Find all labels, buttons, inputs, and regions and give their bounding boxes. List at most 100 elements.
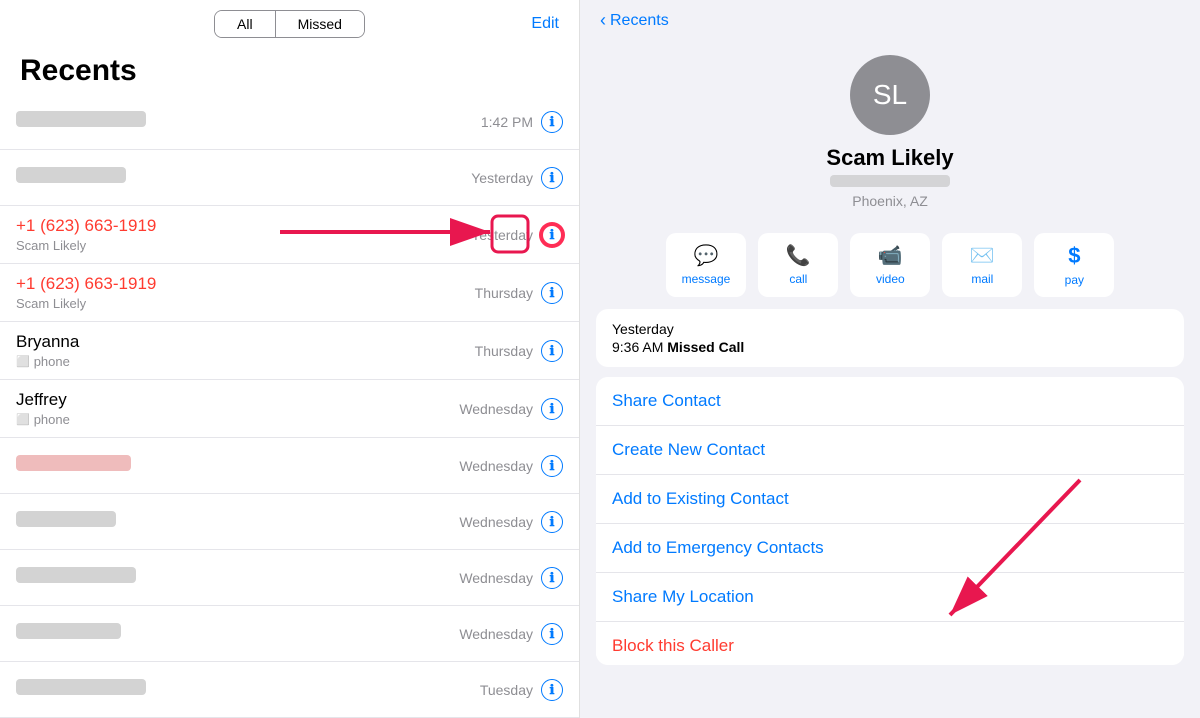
contact-name-blurred bbox=[16, 167, 471, 188]
call-history-card: Yesterday 9:36 AM Missed Call bbox=[596, 309, 1184, 367]
mail-label: mail bbox=[971, 272, 993, 286]
video-button[interactable]: 📹 video bbox=[850, 233, 930, 297]
contact-name-blurred bbox=[16, 111, 481, 132]
contact-header: SL Scam Likely Phoenix, AZ bbox=[580, 39, 1200, 221]
top-bar: All Missed Edit bbox=[0, 0, 579, 46]
back-label: Recents bbox=[610, 12, 669, 30]
call-item-right: Wednesday ℹ bbox=[459, 398, 563, 420]
call-item-right: Tuesday ℹ bbox=[480, 679, 563, 701]
call-time: Wednesday bbox=[459, 458, 533, 474]
info-button[interactable]: ℹ bbox=[541, 567, 563, 589]
contact-name-scam: +1 (623) 663-1919 bbox=[16, 216, 471, 236]
contact-sub-jeffrey: ⬜ phone bbox=[16, 412, 459, 427]
call-item-left bbox=[16, 679, 480, 700]
call-item-right: Wednesday ℹ bbox=[459, 623, 563, 645]
missed-tab[interactable]: Missed bbox=[276, 11, 364, 37]
add-existing-item[interactable]: Add to Existing Contact bbox=[596, 475, 1184, 524]
call-time: Wednesday bbox=[459, 570, 533, 586]
contact-name-blurred bbox=[16, 567, 459, 588]
info-button[interactable]: ℹ bbox=[541, 623, 563, 645]
call-status: Missed Call bbox=[667, 339, 744, 355]
call-item-right: Thursday ℹ bbox=[475, 282, 563, 304]
list-item-scam-likely-1: +1 (623) 663-1919 Scam Likely Yesterday … bbox=[0, 206, 579, 264]
call-time: 1:42 PM bbox=[481, 114, 533, 130]
avatar-initials: SL bbox=[873, 79, 907, 111]
blurred-text bbox=[16, 623, 121, 639]
call-list: 1:42 PM ℹ Yesterday ℹ +1 (6 bbox=[0, 94, 579, 718]
pay-icon: $ bbox=[1068, 243, 1080, 269]
info-button[interactable]: ℹ bbox=[541, 455, 563, 477]
call-item-left: Jeffrey ⬜ phone bbox=[16, 390, 459, 427]
block-caller-item[interactable]: Block this Caller bbox=[596, 622, 1184, 665]
avatar: SL bbox=[850, 55, 930, 135]
add-emergency-item[interactable]: Add to Emergency Contacts bbox=[596, 524, 1184, 573]
contact-name-blurred-red bbox=[16, 455, 459, 476]
call-item-left bbox=[16, 511, 459, 532]
list-item: Wednesday ℹ bbox=[0, 494, 579, 550]
call-item-left bbox=[16, 111, 481, 132]
share-location-item[interactable]: Share My Location bbox=[596, 573, 1184, 622]
info-button[interactable]: ℹ bbox=[541, 340, 563, 362]
call-time: Wednesday bbox=[459, 626, 533, 642]
video-icon: 📹 bbox=[878, 243, 903, 268]
call-item-left bbox=[16, 455, 459, 476]
contact-name-blurred bbox=[16, 623, 459, 644]
action-buttons: 💬 message 📞 call 📹 video ✉️ mail $ pay bbox=[580, 221, 1200, 309]
segment-control: All Missed bbox=[214, 10, 365, 38]
info-button[interactable]: ℹ bbox=[541, 398, 563, 420]
info-button[interactable]: ℹ bbox=[541, 679, 563, 701]
call-item-left: +1 (623) 663-1919 Scam Likely bbox=[16, 274, 475, 311]
info-button[interactable]: ℹ bbox=[541, 111, 563, 133]
message-label: message bbox=[682, 272, 731, 286]
chevron-left-icon: ‹ bbox=[600, 10, 606, 31]
right-header: ‹ Recents bbox=[580, 0, 1200, 39]
mail-button[interactable]: ✉️ mail bbox=[942, 233, 1022, 297]
edit-button[interactable]: Edit bbox=[531, 15, 559, 33]
call-item-right: Wednesday ℹ bbox=[459, 511, 563, 533]
blurred-text bbox=[16, 679, 146, 695]
contact-name-bryanna: Bryanna bbox=[16, 332, 475, 352]
pay-button[interactable]: $ pay bbox=[1034, 233, 1114, 297]
list-item-bryanna: Bryanna ⬜ phone Thursday ℹ bbox=[0, 322, 579, 380]
video-label: video bbox=[876, 272, 905, 286]
share-contact-item[interactable]: Share Contact bbox=[596, 377, 1184, 426]
message-icon: 💬 bbox=[694, 243, 719, 268]
blurred-text bbox=[16, 111, 146, 127]
call-time: Thursday bbox=[475, 343, 533, 359]
call-history-day: Yesterday bbox=[612, 321, 1168, 337]
contact-sub2: Scam Likely bbox=[16, 296, 475, 311]
call-item-right: Wednesday ℹ bbox=[459, 455, 563, 477]
list-item: Wednesday ℹ bbox=[0, 550, 579, 606]
blurred-text bbox=[16, 167, 126, 183]
contact-name-jeffrey: Jeffrey bbox=[16, 390, 459, 410]
info-button[interactable]: ℹ bbox=[541, 282, 563, 304]
list-item: Wednesday ℹ bbox=[0, 606, 579, 662]
contact-name-scam2: +1 (623) 663-1919 bbox=[16, 274, 475, 294]
back-button[interactable]: ‹ Recents bbox=[600, 10, 669, 31]
info-button[interactable]: ℹ bbox=[541, 167, 563, 189]
call-button[interactable]: 📞 call bbox=[758, 233, 838, 297]
phone-icon: ⬜ bbox=[16, 413, 30, 426]
list-item: Wednesday ℹ bbox=[0, 438, 579, 494]
create-contact-item[interactable]: Create New Contact bbox=[596, 426, 1184, 475]
contact-name-blurred bbox=[16, 679, 480, 700]
call-item-left bbox=[16, 567, 459, 588]
call-time: 9:36 AM bbox=[612, 339, 663, 355]
all-tab[interactable]: All bbox=[215, 11, 276, 37]
call-item-left: Bryanna ⬜ phone bbox=[16, 332, 475, 369]
message-button[interactable]: 💬 message bbox=[666, 233, 747, 297]
list-item-jeffrey: Jeffrey ⬜ phone Wednesday ℹ bbox=[0, 380, 579, 438]
contact-sub: Scam Likely bbox=[16, 238, 471, 253]
call-item-right: Wednesday ℹ bbox=[459, 567, 563, 589]
recents-title: Recents bbox=[0, 46, 579, 94]
call-time: Thursday bbox=[475, 285, 533, 301]
info-button[interactable]: ℹ bbox=[541, 511, 563, 533]
info-button-highlighted[interactable]: ℹ bbox=[541, 224, 563, 246]
call-item-left: +1 (623) 663-1919 Scam Likely bbox=[16, 216, 471, 253]
call-item-right: Yesterday ℹ bbox=[471, 224, 563, 246]
contact-location: Phoenix, AZ bbox=[852, 193, 928, 209]
contact-sub-bryanna: ⬜ phone bbox=[16, 354, 475, 369]
call-item-right: 1:42 PM ℹ bbox=[481, 111, 563, 133]
call-label: call bbox=[789, 272, 807, 286]
call-time: Wednesday bbox=[459, 514, 533, 530]
